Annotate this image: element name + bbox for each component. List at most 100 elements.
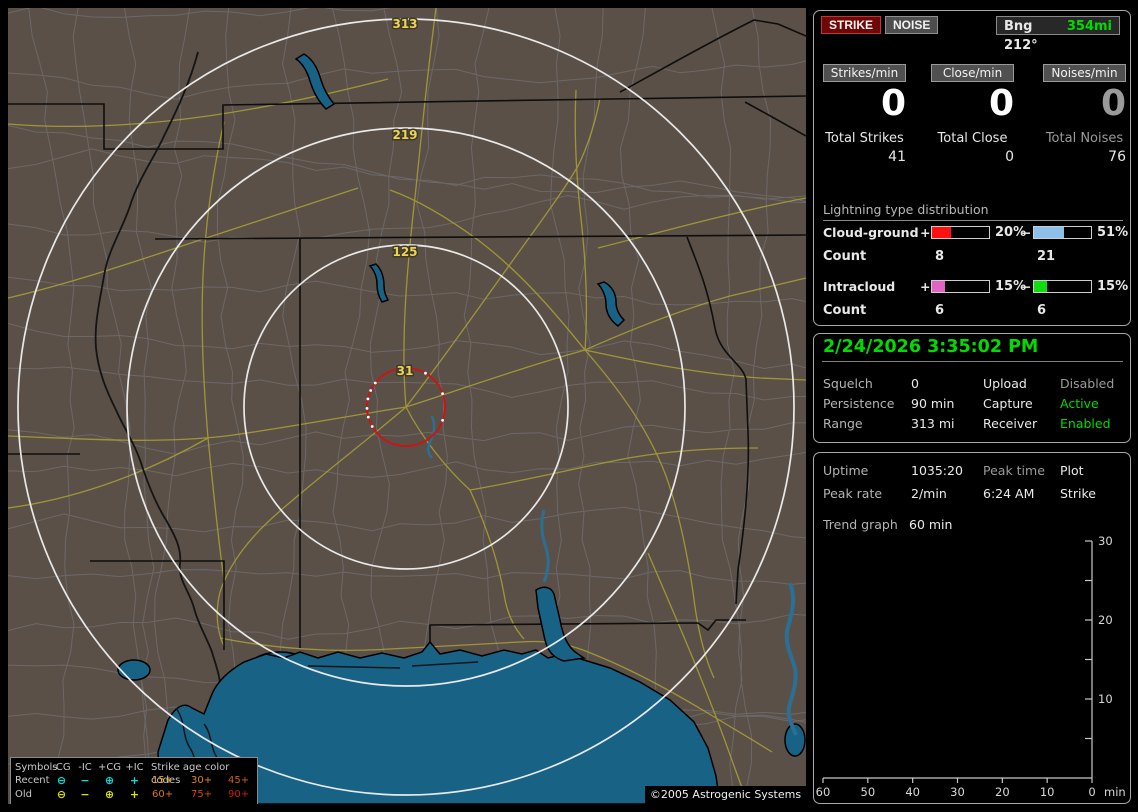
legend-col-pos-ic: +IC [125,762,144,773]
total-close-label: Total Close [937,131,1008,146]
pos-ic-old-icon: + [129,788,140,801]
svg-text:min: min [1104,785,1126,799]
datetime-display: 2/24/2026 3:35:02 PM [823,337,1039,357]
receiver-label: Receiver [983,416,1038,431]
squelch-value: 0 [911,376,919,391]
svg-text:30: 30 [1098,534,1113,548]
trend-panel: Uptime 1035:20 Peak time Plot Peak rate … [813,452,1131,804]
cg-minus-bar [1033,226,1092,239]
ring-label-219: 219 [392,128,417,142]
svg-text:50: 50 [861,785,876,799]
cg-plus-bar [931,226,990,239]
svg-text:20: 20 [1098,613,1113,627]
settings-panel: 2/24/2026 3:35:02 PM Squelch 0 Upload Di… [813,333,1131,443]
persistence-row: Persistence 90 min Capture Active [823,396,1124,411]
range-label: Range [823,416,863,431]
cg-minus-pct: 51% [1097,225,1129,240]
strikes-per-min-value: 0 [880,83,906,124]
age-60: 60+ [152,789,174,800]
svg-text:10: 10 [1098,692,1113,706]
noise-toggle-button[interactable]: NOISE [885,16,939,34]
age-75: 75+ [191,789,213,800]
lightning-map[interactable]: 313 219 125 31 Symbols -CG -IC +CG +IC S… [8,8,806,804]
receiver-status: Enabled [1060,416,1111,431]
strike-toggle-button[interactable]: STRIKE [821,16,882,34]
intracloud-label: Intracloud [823,279,896,294]
pos-cg-recent-icon: ⊕ [104,774,115,787]
pos-ic-recent-icon: + [129,774,140,787]
ic-minus-bar [1033,280,1092,293]
minus-sign: − [1021,225,1032,240]
legend-col-neg-cg: -CG [52,762,71,773]
svg-text:60: 60 [816,785,831,799]
plus-sign: + [920,279,931,294]
noises-per-min-chip[interactable]: Noises/min [1043,64,1126,82]
bearing-range: 354mi [1066,19,1112,34]
age-15: 15+ [152,775,174,786]
divider [822,361,1123,362]
copyright-notice: ©2005 Astrogenic Systems [645,786,806,804]
ic-plus-count: 6 [935,303,945,318]
bearing-readout: Bng 212° 354mi [996,16,1120,53]
upload-label: Upload [983,376,1027,391]
upload-status: Disabled [1060,376,1115,391]
ic-plus-bar [931,280,990,293]
neg-ic-recent-icon: − [80,774,90,787]
close-per-min-chip[interactable]: Close/min [931,64,1014,82]
persistence-value: 90 min [911,396,955,411]
range-row: Range 313 mi Receiver Enabled [823,416,1124,431]
svg-text:10: 10 [1040,785,1055,799]
cloud-ground-row: Cloud-ground + 20% − 51% [823,225,1128,240]
map-canvas: 313 219 125 31 [8,8,806,804]
trend-graph: 10 20 30 60 50 40 30 20 10 0 min [816,534,1126,799]
legend-col-pos-cg: +CG [97,762,122,773]
map-legend: Symbols -CG -IC +CG +IC Strike age color… [10,757,258,804]
ic-minus-count: 6 [1037,303,1047,318]
age-45: 45+ [228,775,250,786]
noises-per-min-value: 0 [1100,83,1126,124]
nexstorm-window: 313 219 125 31 Symbols -CG -IC +CG +IC S… [0,0,1138,812]
ring-label-313: 313 [392,17,417,31]
total-noises-value: 76 [1108,149,1126,165]
total-strikes-value: 41 [888,149,906,165]
close-per-min-value: 0 [988,83,1014,124]
cg-plus-count: 8 [935,249,945,264]
cg-minus-count: 21 [1037,249,1056,264]
range-value: 313 mi [911,416,955,431]
neg-cg-old-icon: ⊖ [56,788,67,801]
legend-col-neg-ic: -IC [78,762,92,773]
persistence-label: Persistence [823,396,895,411]
legend-recent-row: Recent ⊖ − ⊕ + 15+ 30+ 45+ [11,774,257,787]
pos-cg-old-icon: ⊕ [104,788,115,801]
squelch-row: Squelch 0 Upload Disabled [823,376,1124,391]
capture-label: Capture [983,396,1033,411]
neg-cg-recent-icon: ⊖ [56,774,67,787]
total-strikes-label: Total Strikes [825,131,904,146]
minus-sign: − [1021,279,1032,294]
strikes-per-min-chip[interactable]: Strikes/min [823,64,906,82]
distribution-title: Lightning type distribution [823,202,1123,221]
count-label: Count [823,303,867,318]
intracloud-row: Intracloud + 15% − 15% [823,279,1128,294]
plus-sign: + [920,225,931,240]
svg-text:30: 30 [950,785,965,799]
total-close-value: 0 [1005,149,1014,165]
ring-label-31: 31 [397,364,414,378]
small-lake [117,659,151,681]
svg-text:0: 0 [1088,785,1095,799]
ic-minus-pct: 15% [1097,279,1129,294]
counter-panel: STRIKE NOISE Bng 212° 354mi Strikes/min … [813,10,1131,326]
age-90: 90+ [228,789,250,800]
cloud-ground-label: Cloud-ground [823,225,919,240]
legend-header-row: Symbols -CG -IC +CG +IC Strike age color… [11,761,257,786]
total-noises-label: Total Noises [1045,131,1124,146]
legend-old-row: Old ⊖ − ⊕ + 60+ 75+ 90+ [11,788,257,801]
count-label: Count [823,249,867,264]
legend-recent-label: Recent [15,775,50,786]
legend-old-label: Old [15,789,32,800]
capture-status: Active [1060,396,1099,411]
squelch-label: Squelch [823,376,873,391]
svg-text:20: 20 [995,785,1010,799]
neg-ic-old-icon: − [80,788,90,801]
age-30: 30+ [191,775,213,786]
